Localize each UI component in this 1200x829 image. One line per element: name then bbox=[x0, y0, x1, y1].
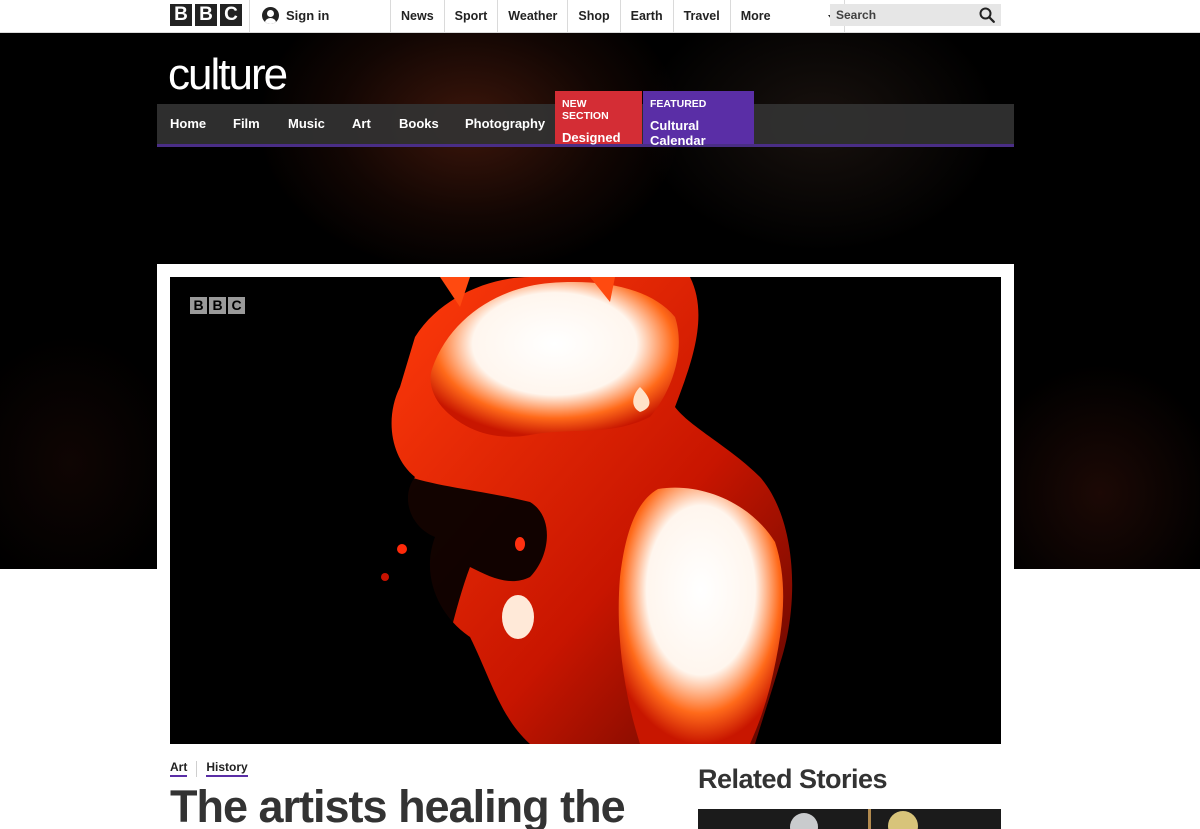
background-glow bbox=[260, 33, 680, 273]
search-icon[interactable] bbox=[979, 7, 995, 23]
promo-cultural-calendar[interactable]: Featured Cultural Calendar bbox=[643, 91, 754, 148]
thumbnail-figure bbox=[790, 813, 818, 829]
background-glow bbox=[0, 333, 180, 569]
watermark-letter: B bbox=[209, 297, 226, 314]
divider bbox=[249, 0, 250, 33]
section-nav-art[interactable]: Art bbox=[352, 104, 371, 144]
culture-logo[interactable]: culture bbox=[168, 50, 288, 100]
global-nav-news[interactable]: News bbox=[390, 0, 444, 33]
global-nav-earth[interactable]: Earth bbox=[619, 0, 673, 33]
video-player[interactable]: B B C bbox=[170, 277, 1001, 744]
article-headline: The artists healing the bbox=[170, 781, 626, 829]
tag-history[interactable]: History bbox=[206, 760, 248, 777]
tag-art[interactable]: Art bbox=[170, 760, 188, 777]
sign-in-label: Sign in bbox=[286, 8, 330, 23]
promo-title: Cultural Calendar bbox=[650, 118, 706, 148]
search-input[interactable] bbox=[830, 4, 975, 26]
video-frame-image bbox=[170, 277, 1001, 744]
global-nav-more[interactable]: More bbox=[729, 0, 845, 33]
related-stories-title: Related Stories bbox=[698, 764, 888, 794]
article-card: B B C bbox=[157, 264, 1014, 829]
global-nav-weather[interactable]: Weather bbox=[497, 0, 567, 33]
related-story-thumbnail[interactable] bbox=[698, 809, 1001, 829]
section-nav-music[interactable]: Music bbox=[288, 104, 325, 144]
user-icon bbox=[262, 7, 279, 24]
promo-kicker: New Section bbox=[562, 98, 609, 122]
global-nav-shop[interactable]: Shop bbox=[567, 0, 619, 33]
global-nav-sport[interactable]: Sport bbox=[443, 0, 498, 33]
tag-divider bbox=[196, 760, 198, 777]
thumbnail-figure bbox=[888, 811, 918, 829]
thumbnail-figure bbox=[868, 809, 871, 829]
promo-kicker: Featured bbox=[650, 98, 707, 110]
section-nav-film[interactable]: Film bbox=[233, 104, 260, 144]
search-box bbox=[830, 4, 1001, 26]
bbc-logo-letter: C bbox=[220, 4, 242, 26]
bbc-logo-letter: B bbox=[170, 4, 192, 26]
article-tags: Art History bbox=[170, 760, 248, 777]
bbc-logo[interactable]: B B C bbox=[170, 4, 242, 26]
watermark-letter: B bbox=[190, 297, 207, 314]
watermark-letter: C bbox=[228, 297, 245, 314]
section-nav-home[interactable]: Home bbox=[170, 104, 206, 144]
section-nav-books[interactable]: Books bbox=[399, 104, 439, 144]
global-header: B B C Sign in News Sport Weather Shop Ea… bbox=[0, 0, 1200, 33]
bbc-logo-letter: B bbox=[195, 4, 217, 26]
sign-in-link[interactable]: Sign in bbox=[262, 7, 329, 24]
video-watermark: B B C bbox=[190, 297, 245, 314]
section-nav-photography[interactable]: Photography bbox=[465, 104, 545, 144]
global-nav: News Sport Weather Shop Earth Travel Mor… bbox=[390, 0, 845, 33]
promo-designed[interactable]: New Section Designed bbox=[555, 91, 642, 145]
promo-title: Designed bbox=[562, 130, 621, 145]
more-label: More bbox=[740, 9, 771, 23]
global-nav-travel[interactable]: Travel bbox=[672, 0, 730, 33]
